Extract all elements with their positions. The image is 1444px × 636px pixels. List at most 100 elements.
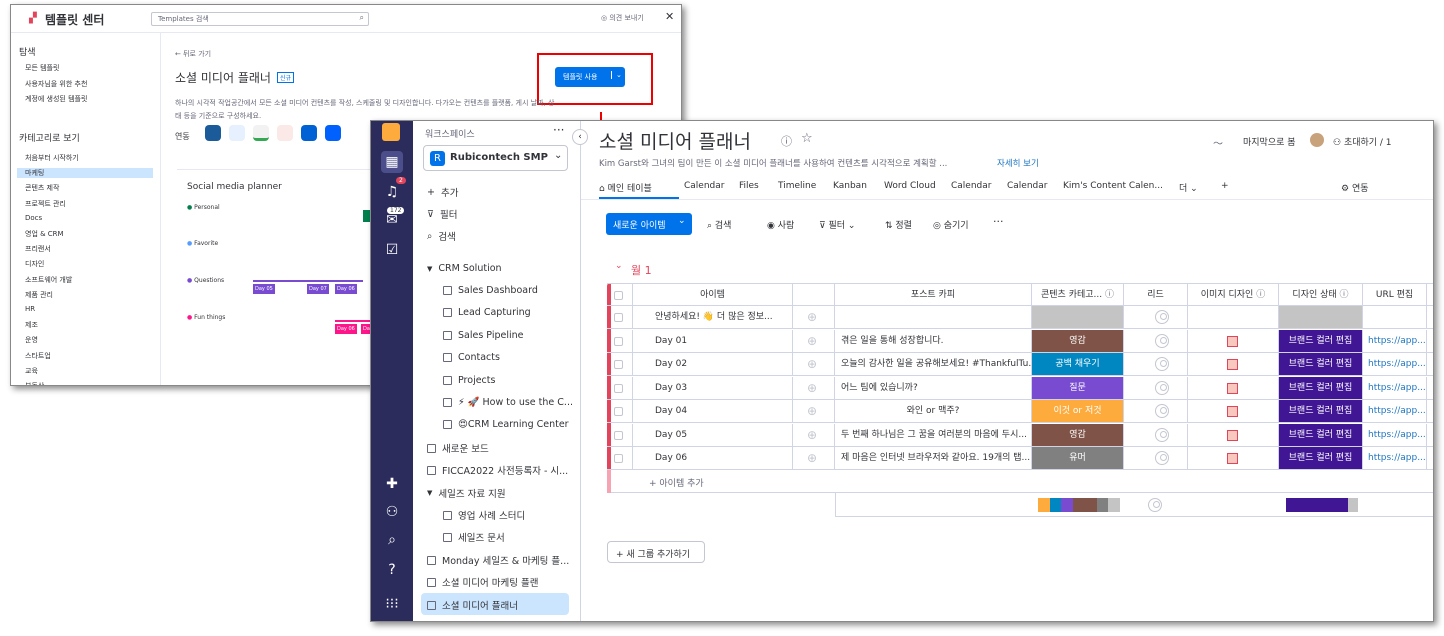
search-icon[interactable]: ⌕ (381, 529, 403, 551)
cell-add[interactable]: ⊕ (793, 353, 835, 376)
cell-item[interactable]: Day 05 (633, 423, 793, 447)
back-link[interactable]: ← 뒤로 가기 (175, 49, 211, 59)
tab-files[interactable]: Files (739, 181, 759, 191)
board-item[interactable]: Monday 세일즈 & 마케팅 플... (427, 553, 569, 567)
cell-image[interactable] (1188, 353, 1279, 376)
category-item[interactable]: HR (25, 305, 35, 313)
tab-calendar-2[interactable]: Calendar (951, 181, 991, 191)
sort-button[interactable]: ⇅ 정렬 (885, 218, 912, 231)
bell-icon[interactable]: ♫ (381, 181, 403, 203)
cell-category[interactable]: 영감 (1032, 423, 1124, 447)
tab-word-cloud[interactable]: Word Cloud (884, 181, 936, 191)
cell-lead[interactable] (1124, 329, 1188, 353)
tab-kanban[interactable]: Kanban (833, 181, 867, 191)
activity-icon[interactable]: 〜 (1213, 135, 1223, 150)
cell-url[interactable]: https://app.... (1363, 423, 1427, 447)
add-update-icon[interactable]: ⊕ (793, 357, 817, 371)
cell-status[interactable] (1279, 306, 1363, 329)
cell-image[interactable] (1188, 376, 1279, 400)
cell-status[interactable]: 브랜드 컬러 편집 (1279, 376, 1363, 400)
folder-crm[interactable]: ▼ CRM Solution (427, 263, 502, 274)
category-item[interactable]: 프로젝트 관리 (25, 199, 66, 209)
cell-end[interactable] (1427, 377, 1433, 400)
cell-image[interactable] (1188, 447, 1279, 470)
tab-calendar-3[interactable]: Calendar (1007, 181, 1047, 191)
category-item[interactable]: 디자인 (25, 259, 44, 269)
category-item[interactable]: 영업 & CRM (25, 229, 64, 239)
info-icon[interactable]: ⓘ (1337, 290, 1349, 300)
board-item[interactable]: Contacts (443, 352, 500, 363)
cell-lead[interactable] (1124, 353, 1188, 376)
cell-url[interactable] (1363, 306, 1427, 329)
image-file-icon[interactable] (1227, 429, 1238, 441)
tab-kims-content[interactable]: Kim's Content Calen... (1063, 181, 1163, 191)
cell-chk[interactable] (607, 447, 633, 470)
menu-grid-icon[interactable]: ⁝⁝⁝ (381, 593, 403, 615)
add-view-button[interactable]: + (1221, 181, 1229, 191)
workspace-selector[interactable]: R Rubicontech SMP ⌄ (423, 145, 568, 171)
checkbox[interactable] (614, 360, 623, 369)
cell-category[interactable]: 영감 (1032, 329, 1124, 353)
category-item[interactable]: 콘텐츠 제작 (25, 183, 59, 193)
checkbox[interactable] (614, 430, 623, 440)
cell-category[interactable]: 공백 채우기 (1032, 353, 1124, 376)
cell-category[interactable] (1032, 306, 1124, 329)
category-item[interactable]: 마케팅 (17, 168, 153, 179)
category-item[interactable]: 제조 (25, 320, 38, 330)
group-collapse-icon[interactable]: ⌄ (615, 261, 623, 271)
cell-end[interactable] (1427, 424, 1433, 447)
cell-status[interactable]: 브랜드 컬러 편집 (1279, 329, 1363, 353)
checkbox[interactable] (614, 383, 623, 393)
board-item[interactable]: Projects (443, 375, 495, 386)
cell-end[interactable] (1427, 447, 1433, 470)
cell-add[interactable]: ⊕ (793, 306, 835, 329)
category-item[interactable]: 운영 (25, 335, 38, 345)
cell-item[interactable]: Day 01 (633, 329, 793, 353)
board-item[interactable]: 세일즈 문서 (443, 530, 505, 544)
help-icon[interactable]: ? (381, 559, 403, 581)
search-action[interactable]: ⌕ 검색 (427, 229, 456, 244)
chevron-down-icon[interactable]: ⌄ (678, 216, 686, 226)
integrate-button[interactable]: ⚙ 연동 (1341, 181, 1369, 194)
hide-button[interactable]: ◎ 숨기기 (933, 218, 969, 231)
add-update-icon[interactable]: ⊕ (793, 428, 817, 442)
add-update-icon[interactable]: ⊕ (793, 310, 817, 324)
category-item[interactable]: 교육 (25, 366, 38, 376)
add-update-icon[interactable]: ⊕ (793, 404, 817, 418)
cell-chk[interactable] (607, 329, 633, 353)
my-work-icon[interactable]: ☑ (381, 239, 403, 261)
checkbox[interactable] (614, 291, 623, 300)
board-item[interactable]: 소셜 미디어 플래너 (427, 598, 518, 612)
cell-category[interactable]: 유머 (1032, 447, 1124, 470)
image-file-icon[interactable] (1227, 382, 1238, 394)
puzzle-icon[interactable]: ✚ (381, 473, 403, 495)
board-item[interactable]: 새로운 보드 (427, 441, 489, 455)
cell-status[interactable]: 브랜드 컬러 편집 (1279, 400, 1363, 423)
explore-item[interactable]: 사용자님을 위한 추천 (25, 79, 87, 89)
info-icon[interactable]: ⓘ (781, 133, 792, 149)
invite-button[interactable]: ⚇ 초대하기 / 1 (1333, 135, 1392, 148)
board-item[interactable]: 소셜 미디어 마케팅 플랜 (427, 575, 538, 589)
category-item[interactable]: 제품 관리 (25, 290, 53, 300)
tab-calendar[interactable]: Calendar (684, 181, 724, 191)
search-button[interactable]: ⌕ 검색 (707, 218, 731, 231)
cell-add[interactable]: ⊕ (793, 447, 835, 470)
cell-category[interactable]: 이것 or 저것 (1032, 400, 1124, 423)
cell-copy[interactable]: 제 마음은 인터넷 브라우저와 같아요. 19개의 탭... (835, 447, 1032, 470)
cell-url[interactable]: https://app.... (1363, 329, 1427, 353)
category-item[interactable]: 부동산 (25, 381, 44, 385)
checkbox[interactable] (614, 454, 623, 463)
cell-url[interactable]: https://app.... (1363, 353, 1427, 376)
template-search-input[interactable]: Templates 검색 ⌕ (151, 12, 369, 26)
board-item[interactable]: FICCA2022 사전등록자 - 시... (427, 463, 568, 477)
cell-image[interactable] (1188, 423, 1279, 447)
cell-lead[interactable] (1124, 376, 1188, 400)
category-item[interactable]: 프리랜서 (25, 244, 51, 254)
cell-end[interactable] (1427, 353, 1433, 376)
cell-copy[interactable]: 오늘의 감사한 일을 공유해보세요! #ThankfulTu... (835, 353, 1032, 376)
cell-chk[interactable] (607, 306, 633, 329)
cell-status[interactable]: 브랜드 컬러 편집 (1279, 423, 1363, 447)
cell-image[interactable] (1188, 306, 1279, 329)
checkbox[interactable] (614, 313, 623, 322)
column-header[interactable] (607, 283, 633, 306)
